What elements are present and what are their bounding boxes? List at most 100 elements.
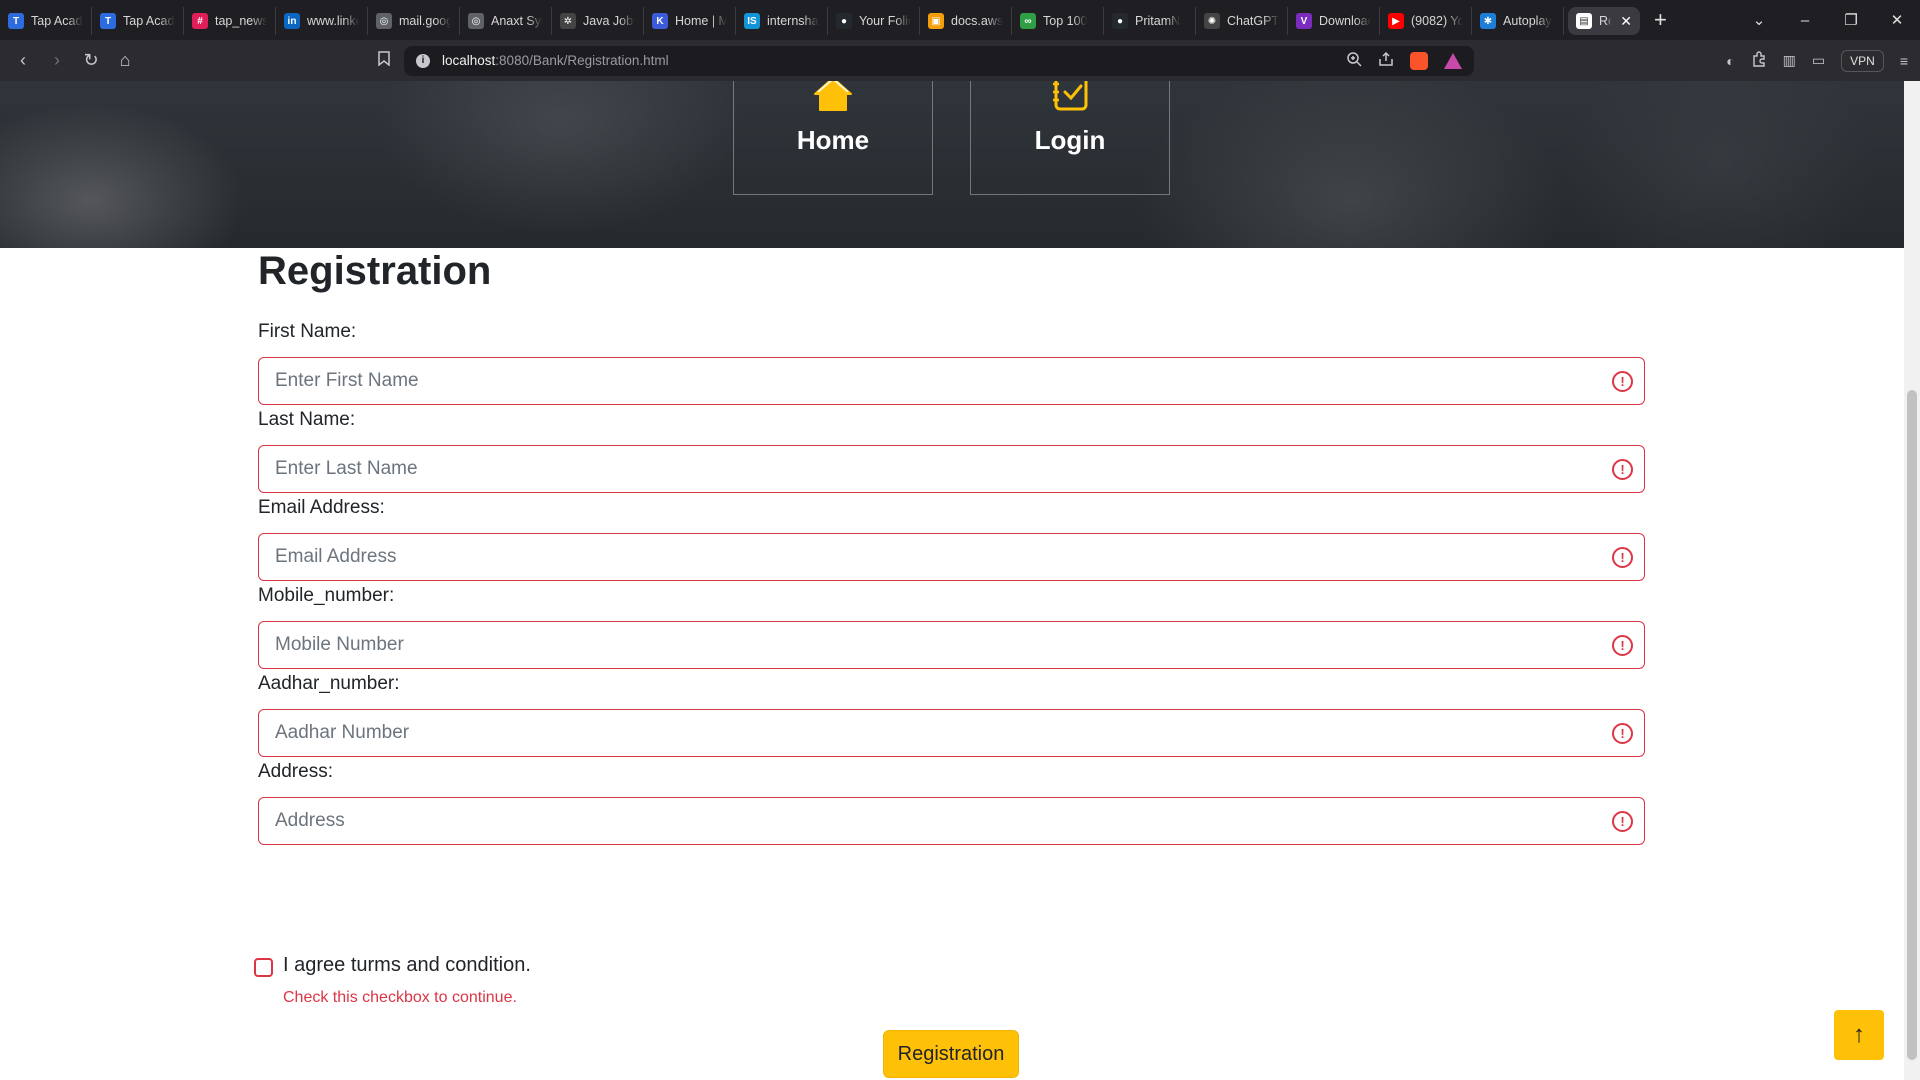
hero-banner: Home Login [0, 81, 1904, 248]
tab-favicon-icon: ◎ [468, 13, 484, 29]
browser-tab[interactable]: # tap_news [184, 7, 276, 35]
field-label: First Name: [258, 321, 357, 342]
share-icon[interactable] [1378, 51, 1394, 70]
tab-favicon-icon: T [8, 13, 24, 29]
error-icon: ! [1612, 459, 1633, 480]
field-label: Mobile_number: [258, 585, 395, 606]
new-tab-button[interactable]: + [1640, 9, 1681, 31]
site-info-icon[interactable]: i [416, 53, 430, 68]
sidebar-icon[interactable]: ▥ [1783, 52, 1796, 69]
scrollbar-thumb[interactable] [1907, 390, 1917, 1060]
error-icon: ! [1612, 547, 1633, 568]
close-icon[interactable]: ✕ [1620, 13, 1632, 30]
tab-favicon-icon: V [1296, 13, 1312, 29]
home-button[interactable]: ⌂ [108, 50, 142, 71]
close-window-button[interactable]: ✕ [1874, 11, 1920, 29]
error-icon: ! [1612, 371, 1633, 392]
leo-icon[interactable]: ◐ [1726, 53, 1734, 69]
tab-favicon-icon: ● [836, 13, 852, 29]
minimize-button[interactable]: – [1782, 12, 1828, 29]
form-input-field[interactable] [258, 445, 1645, 493]
form-input-field[interactable] [258, 621, 1645, 669]
form-input-field[interactable] [258, 797, 1645, 845]
browser-tab[interactable]: ● PritamN [1104, 7, 1196, 35]
browser-tab[interactable]: K Home | M [644, 7, 736, 35]
nav-login-card[interactable]: Login [970, 81, 1170, 195]
window-controls: ⌄ – ❐ ✕ [1736, 11, 1920, 30]
browser-tab[interactable]: ◎ Anaxt Sys [460, 7, 552, 35]
browser-tab[interactable]: ● Your Folio [828, 7, 920, 35]
tab-favicon-icon: # [192, 13, 208, 29]
tab-title: Home | M [675, 14, 727, 28]
toolbar-extensions: ◐ ▥ ▭ VPN ≡ [1726, 49, 1920, 72]
tab-title: Autoplay [1503, 14, 1552, 28]
address-bar[interactable]: i localhost :8080/Bank/Registration.html [404, 45, 1474, 76]
browser-tab[interactable]: ▶ (9082) Yo [1380, 7, 1472, 35]
form-input-field[interactable] [258, 709, 1645, 757]
registration-submit-button[interactable]: Registration [883, 1030, 1019, 1078]
tab-title: Tap Academy [31, 14, 83, 28]
menu-icon[interactable]: ≡ [1900, 53, 1908, 69]
browser-tab[interactable]: in www.linkedin [276, 7, 368, 35]
error-icon: ! [1612, 811, 1633, 832]
tab-search-button[interactable]: ⌄ [1736, 11, 1782, 29]
reload-button[interactable]: ↻ [74, 50, 108, 71]
browser-tab[interactable]: V Download [1288, 7, 1380, 35]
document-icon: ▤ [1576, 13, 1592, 29]
browser-tab[interactable]: ✺ ChatGPT [1196, 7, 1288, 35]
forward-button[interactable]: › [40, 50, 74, 71]
browser-tab[interactable]: T Tap Academy [0, 7, 92, 35]
form-input-field[interactable] [258, 533, 1645, 581]
browser-tab[interactable]: ◎ mail.google [368, 7, 460, 35]
field-label: Email Address: [258, 497, 385, 518]
tab-favicon-icon: ✲ [560, 13, 576, 29]
browser-tab[interactable]: ∞ Top 100 [1012, 7, 1104, 35]
tab-favicon-icon: ✱ [1480, 13, 1496, 29]
tab-favicon-icon: ✺ [1204, 13, 1220, 29]
tab-favicon-icon: T [100, 13, 116, 29]
browser-tab[interactable]: IS internshala [736, 7, 828, 35]
form-input-field[interactable] [258, 357, 1645, 405]
brave-shields-icon[interactable] [1410, 51, 1428, 70]
tab-title: docs.aws [951, 14, 1003, 28]
error-icon: ! [1612, 723, 1633, 744]
tab-list: T Tap Academy T Tap Academy # tap_news in www.l… [0, 5, 1564, 35]
vpn-button[interactable]: VPN [1841, 49, 1884, 72]
tab-favicon-icon: ∞ [1020, 13, 1036, 29]
tab-active[interactable]: ▤ Reg ✕ [1568, 7, 1640, 35]
agree-label: I agree turms and condition. [283, 954, 531, 976]
url-path: :8080/Bank/Registration.html [495, 53, 669, 68]
agree-checkbox[interactable] [254, 958, 273, 977]
brave-rewards-icon[interactable] [1444, 52, 1462, 69]
agree-error-message: Check this checkbox to continue. [283, 989, 517, 1006]
field-label: Last Name: [258, 409, 356, 430]
tab-title: www.linkedin [307, 14, 359, 28]
error-icon: ! [1612, 635, 1633, 656]
tab-title: PritamN [1135, 14, 1181, 28]
page-content: Home Login Registration First Name:! Last… [0, 81, 1904, 1080]
extensions-icon[interactable] [1751, 51, 1767, 70]
tab-title: ChatGPT [1227, 14, 1279, 28]
nav-home-card[interactable]: Home [733, 81, 933, 195]
page-title: Registration [258, 249, 492, 293]
tab-title: Your Folio [859, 14, 911, 28]
wallet-icon[interactable]: ▭ [1812, 52, 1825, 69]
back-to-top-button[interactable]: ↑ [1834, 1010, 1884, 1060]
tab-favicon-icon: K [652, 13, 668, 29]
bookmark-icon[interactable] [372, 50, 396, 71]
tab-favicon-icon: ▶ [1388, 13, 1404, 29]
back-button[interactable]: ‹ [6, 50, 40, 71]
restore-button[interactable]: ❐ [1828, 11, 1874, 29]
browser-tab[interactable]: ▣ docs.aws [920, 7, 1012, 35]
home-icon [813, 81, 853, 117]
browser-tab[interactable]: ✲ Java Jobs [552, 7, 644, 35]
tab-favicon-icon: ● [1112, 13, 1128, 29]
browser-tab[interactable]: T Tap Academy [92, 7, 184, 35]
checklist-icon [1050, 81, 1090, 117]
tab-title: Anaxt Sys [491, 14, 543, 28]
zoom-icon[interactable] [1346, 51, 1362, 70]
tab-title: internshala [767, 14, 819, 28]
browser-tab[interactable]: ✱ Autoplay [1472, 7, 1564, 35]
nav-home-label: Home [796, 125, 870, 155]
tab-title: (9082) Yo [1411, 14, 1463, 28]
